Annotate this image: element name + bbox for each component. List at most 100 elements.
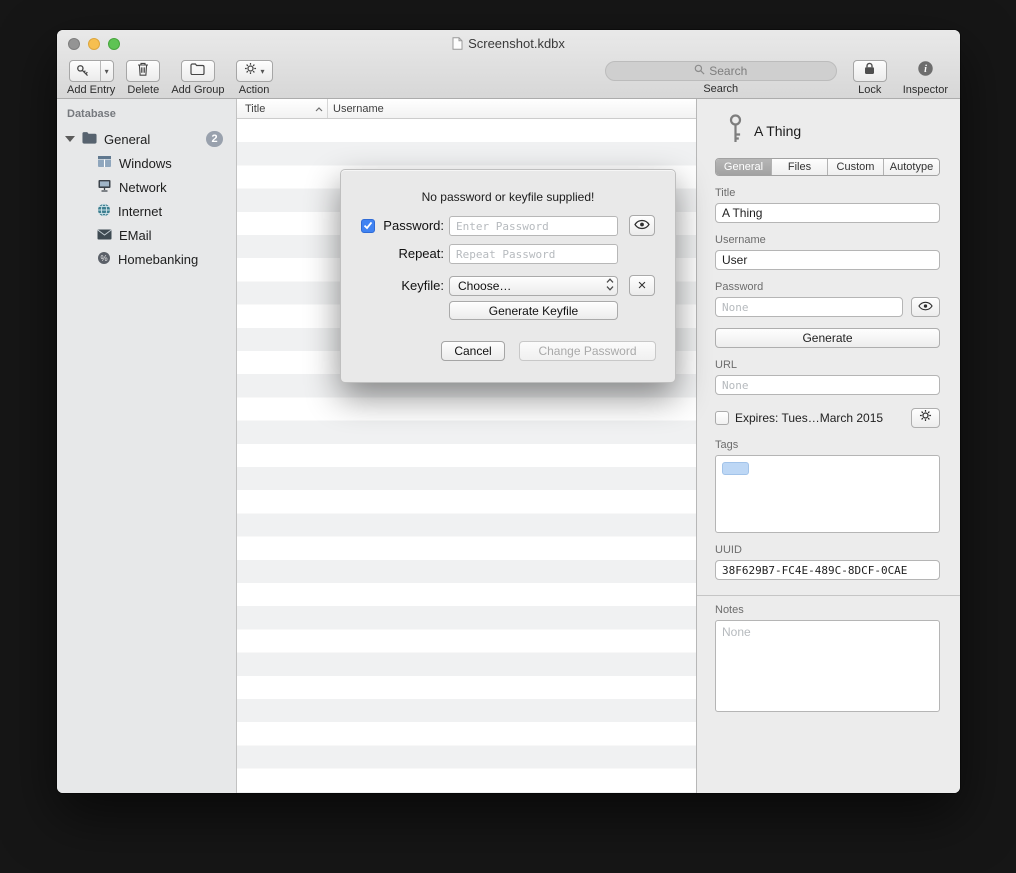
toolbar-delete: Delete <box>126 60 160 96</box>
password-row: Password: <box>361 215 653 236</box>
lock-button[interactable] <box>853 60 887 82</box>
generate-password-button[interactable]: Generate <box>715 328 940 348</box>
tag-chip[interactable] <box>722 462 749 475</box>
envelope-icon <box>97 228 112 243</box>
add-entry-label: Add Entry <box>67 84 115 96</box>
toolbar-add-entry: ▾ Add Entry <box>67 60 115 96</box>
column-username-text: Username <box>333 103 384 115</box>
eye-icon <box>918 298 933 316</box>
tab-general[interactable]: General <box>716 159 772 175</box>
tags-label: Tags <box>715 439 940 451</box>
repeat-input[interactable] <box>449 244 618 264</box>
minimize-button[interactable] <box>88 38 100 50</box>
search-placeholder: Search <box>709 64 747 78</box>
inspector-header: A Thing <box>715 115 940 147</box>
close-button[interactable] <box>68 38 80 50</box>
titlebar[interactable]: Screenshot.kdbx <box>57 30 960 57</box>
gear-icon <box>244 62 257 80</box>
sidebar-item-label: Windows <box>119 156 172 171</box>
sidebar-item-label: Network <box>119 180 167 195</box>
expires-checkbox[interactable] <box>715 411 729 425</box>
sort-ascending-icon <box>315 103 323 115</box>
tab-autotype[interactable]: Autotype <box>884 159 939 175</box>
lock-icon <box>864 62 875 80</box>
app-window: Screenshot.kdbx ▾ Add Entry <box>57 30 960 793</box>
zoom-button[interactable] <box>108 38 120 50</box>
keyfile-label: Keyfile: <box>361 278 444 293</box>
notes-label: Notes <box>715 604 940 616</box>
inspector-panel: A Thing General Files Custom Autotype Ti… <box>697 99 960 793</box>
sidebar-item-homebanking[interactable]: % Homebanking <box>57 247 236 271</box>
window-chrome: Screenshot.kdbx ▾ Add Entry <box>57 30 960 99</box>
sidebar-item-internet[interactable]: Internet <box>57 199 236 223</box>
clear-x-icon: × <box>638 278 647 293</box>
sidebar-item-email[interactable]: EMail <box>57 223 236 247</box>
eye-icon <box>634 217 650 235</box>
checkmark-icon <box>363 217 373 235</box>
title-field-label: Title <box>715 187 940 199</box>
sidebar-group-general[interactable]: General 2 <box>57 127 236 151</box>
delete-button[interactable] <box>126 60 160 82</box>
password-checkbox[interactable] <box>361 219 375 233</box>
stepper-icon <box>606 278 614 294</box>
sidebar: Database General 2 Windows Network <box>57 99 237 793</box>
expires-settings-button[interactable] <box>911 408 940 428</box>
delete-label: Delete <box>127 84 159 96</box>
generate-keyfile-button[interactable]: Generate Keyfile <box>449 301 618 320</box>
show-password-button[interactable] <box>911 297 940 317</box>
entry-title: A Thing <box>754 123 801 139</box>
change-password-button[interactable]: Change Password <box>519 341 656 361</box>
toolbar-lock: Lock <box>853 60 887 96</box>
tab-files[interactable]: Files <box>772 159 828 175</box>
chevron-down-icon[interactable]: ▾ <box>100 61 113 81</box>
title-field[interactable] <box>715 203 940 223</box>
document-icon <box>452 37 463 51</box>
inspector-tabs: General Files Custom Autotype <box>715 158 940 176</box>
key-icon <box>70 61 96 81</box>
search-input[interactable]: Search <box>605 61 837 81</box>
column-title-text: Title <box>245 103 265 115</box>
folder-icon <box>190 62 205 80</box>
key-icon <box>728 114 743 149</box>
uuid-label: UUID <box>715 544 940 556</box>
password-field[interactable] <box>715 297 903 317</box>
trash-icon <box>137 62 149 81</box>
add-group-button[interactable] <box>181 60 215 82</box>
password-input[interactable] <box>449 216 618 236</box>
url-field[interactable] <box>715 375 940 395</box>
svg-text:%: % <box>100 253 107 262</box>
tags-box[interactable] <box>715 455 940 533</box>
clear-keyfile-button[interactable]: × <box>629 275 655 296</box>
table-header: Title Username <box>237 99 696 119</box>
action-button[interactable]: ▾ <box>236 60 273 82</box>
sidebar-item-network[interactable]: Network <box>57 175 236 199</box>
username-field-label: Username <box>715 234 940 246</box>
inspector-button[interactable]: i <box>917 60 934 82</box>
password-field-label: Password <box>715 281 940 293</box>
svg-text:i: i <box>924 64 927 75</box>
notes-field[interactable] <box>715 620 940 712</box>
expires-row: Expires: Tues…March 2015 <box>715 408 940 428</box>
cancel-button[interactable]: Cancel <box>441 341 505 361</box>
toolbar-add-group: Add Group <box>171 60 224 96</box>
keyfile-dropdown[interactable]: Choose… <box>449 276 618 296</box>
show-password-button[interactable] <box>629 215 655 236</box>
sidebar-item-label: EMail <box>119 228 152 243</box>
add-entry-button[interactable]: ▾ <box>69 60 114 82</box>
lock-label: Lock <box>858 84 881 96</box>
tab-custom[interactable]: Custom <box>828 159 884 175</box>
sidebar-item-windows[interactable]: Windows <box>57 151 236 175</box>
column-header-title[interactable]: Title <box>237 99 327 118</box>
uuid-field[interactable] <box>715 560 940 580</box>
password-label: Password: <box>379 218 444 233</box>
username-field[interactable] <box>715 250 940 270</box>
notes-section: Notes <box>697 595 960 717</box>
info-circle-icon: i <box>917 60 934 82</box>
toolbar-inspector: i Inspector <box>903 60 948 96</box>
folder-icon <box>81 131 98 147</box>
expires-label: Expires: Tues…March 2015 <box>735 411 905 425</box>
chevron-down-icon: ▾ <box>261 67 265 76</box>
disclosure-triangle-icon[interactable] <box>65 136 75 142</box>
coin-icon: % <box>97 251 111 268</box>
column-header-username[interactable]: Username <box>328 99 696 118</box>
